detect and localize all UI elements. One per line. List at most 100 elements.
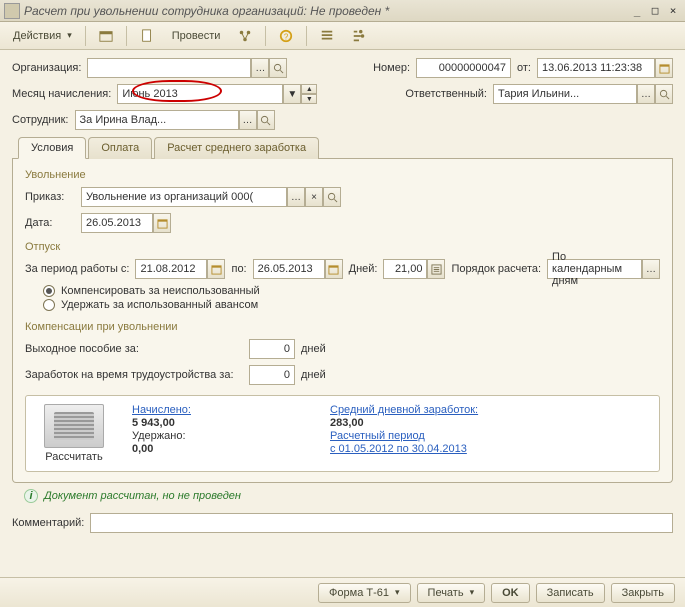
tree-icon[interactable] xyxy=(231,26,259,46)
period-label: За период работы с: xyxy=(25,263,129,275)
radio-withhold[interactable]: Удержать за использованный авансом xyxy=(43,299,660,311)
help-icon[interactable]: ? xyxy=(272,26,300,46)
responsible-ellipsis[interactable]: … xyxy=(637,84,655,104)
footer-bar: Форма Т-61 Печать OK Записать Закрыть xyxy=(0,577,685,607)
calendar-icon[interactable] xyxy=(325,259,343,279)
order-ellipsis[interactable]: … xyxy=(287,187,305,207)
toolbar: Действия Провести ? xyxy=(0,22,685,50)
settings-icon[interactable] xyxy=(345,26,373,46)
titlebar: Расчет при увольнении сотрудника организ… xyxy=(0,0,685,22)
period-to-field[interactable]: 26.05.2013 xyxy=(253,259,325,279)
tab-payment[interactable]: Оплата xyxy=(88,137,152,159)
minimize-button[interactable]: _ xyxy=(629,3,645,19)
tab-average[interactable]: Расчет среднего заработка xyxy=(154,137,319,159)
days-word: дней xyxy=(301,369,326,381)
separator xyxy=(306,26,307,46)
calendar-icon[interactable] xyxy=(207,259,225,279)
org-label: Организация: xyxy=(12,62,81,74)
doc-date-field[interactable]: 13.06.2013 11:23:38 xyxy=(537,58,655,78)
radio-compensate-label: Компенсировать за неиспользованный xyxy=(61,285,260,297)
severance-field[interactable]: 0 xyxy=(249,339,295,359)
list-icon[interactable] xyxy=(313,26,341,46)
month-label: Месяц начисления: xyxy=(12,88,111,100)
job-search-label: Заработок на время трудоустройства за: xyxy=(25,369,243,381)
radio-withhold-label: Удержать за использованный авансом xyxy=(61,299,258,311)
period-from-field[interactable]: 21.08.2012 xyxy=(135,259,207,279)
status-line: i Документ рассчитан, но не проведен xyxy=(12,483,673,509)
separator xyxy=(265,26,266,46)
conditions-panel: Увольнение Приказ: Увольнение из организ… xyxy=(12,159,673,483)
org-lookup-icon[interactable] xyxy=(269,58,287,78)
job-search-field[interactable]: 0 xyxy=(249,365,295,385)
dismissal-date-field[interactable]: 26.05.2013 xyxy=(81,213,153,233)
number-field[interactable]: 00000000047 xyxy=(416,58,511,78)
days-label: Дней: xyxy=(349,263,378,275)
calendar-icon[interactable] xyxy=(92,26,120,46)
close-button[interactable]: Закрыть xyxy=(611,583,675,603)
summary-box: Рассчитать Начислено: 5 943,00 Удержано:… xyxy=(25,395,660,472)
employee-field[interactable]: За Ирина Влад... xyxy=(75,110,239,130)
order-label: Приказ: xyxy=(25,191,75,203)
print-button[interactable]: Печать xyxy=(417,583,486,603)
calc-icon[interactable] xyxy=(427,259,445,279)
calculator-icon xyxy=(44,404,104,448)
days-field[interactable]: 21,00 xyxy=(383,259,427,279)
withheld-label: Удержано: xyxy=(132,430,312,442)
avg-value: 283,00 xyxy=(330,417,510,429)
calculate-button[interactable]: Рассчитать xyxy=(34,404,114,463)
form-t61-button[interactable]: Форма Т-61 xyxy=(318,583,410,603)
avg-label: Средний дневной заработок: xyxy=(330,404,510,416)
info-icon: i xyxy=(24,489,38,503)
severance-label: Выходное пособие за: xyxy=(25,343,243,355)
month-spinner[interactable]: ▲▼ xyxy=(301,84,317,104)
month-dropdown-icon[interactable]: ▼ xyxy=(283,84,301,104)
from-label: от: xyxy=(517,62,531,74)
status-text: Документ рассчитан, но не проведен xyxy=(44,490,241,502)
app-icon xyxy=(4,3,20,19)
org-ellipsis[interactable]: … xyxy=(251,58,269,78)
withheld-value: 0,00 xyxy=(132,443,312,455)
method-field[interactable]: По календарным дням xyxy=(547,259,642,279)
number-label: Номер: xyxy=(373,62,410,74)
comment-label: Комментарий: xyxy=(12,517,84,529)
responsible-lookup-icon[interactable] xyxy=(655,84,673,104)
employee-lookup-icon[interactable] xyxy=(257,110,275,130)
org-field[interactable] xyxy=(87,58,251,78)
order-clear-icon[interactable]: × xyxy=(305,187,323,207)
tab-bar: Условия Оплата Расчет среднего заработка xyxy=(12,136,673,159)
dismissal-date-label: Дата: xyxy=(25,217,75,229)
window-title: Расчет при увольнении сотрудника организ… xyxy=(24,4,627,18)
save-button[interactable]: Записать xyxy=(536,583,605,603)
employee-label: Сотрудник: xyxy=(12,114,69,126)
order-field[interactable]: Увольнение из организаций 000( xyxy=(81,187,287,207)
new-doc-icon[interactable] xyxy=(133,26,161,46)
svg-text:?: ? xyxy=(284,32,289,41)
calendar-icon[interactable] xyxy=(655,58,673,78)
maximize-button[interactable]: □ xyxy=(647,3,663,19)
separator xyxy=(126,26,127,46)
period-to-label: по: xyxy=(231,263,246,275)
post-button[interactable]: Провести xyxy=(165,27,228,45)
month-field[interactable]: Июнь 2013 xyxy=(117,84,283,104)
separator xyxy=(85,26,86,46)
days-word: дней xyxy=(301,343,326,355)
compensation-section: Компенсации при увольнении xyxy=(25,321,660,333)
responsible-field[interactable]: Тария Ильини... xyxy=(493,84,637,104)
order-lookup-icon[interactable] xyxy=(323,187,341,207)
ok-button[interactable]: OK xyxy=(491,583,530,603)
calculate-label: Рассчитать xyxy=(34,451,114,463)
actions-menu[interactable]: Действия xyxy=(6,27,79,45)
calendar-icon[interactable] xyxy=(153,213,171,233)
method-ellipsis[interactable]: … xyxy=(642,259,660,279)
accrued-label: Начислено: xyxy=(132,404,312,416)
tab-conditions[interactable]: Условия xyxy=(18,137,86,159)
comment-field[interactable] xyxy=(90,513,673,533)
dismissal-section: Увольнение xyxy=(25,169,660,181)
calc-period-value[interactable]: с 01.05.2012 по 30.04.2013 xyxy=(330,443,510,455)
responsible-label: Ответственный: xyxy=(405,88,487,100)
accrued-value: 5 943,00 xyxy=(132,417,312,429)
close-window-button[interactable]: × xyxy=(665,3,681,19)
employee-ellipsis[interactable]: … xyxy=(239,110,257,130)
calc-period-link[interactable]: Расчетный период xyxy=(330,430,510,442)
radio-dot-icon xyxy=(43,285,55,297)
